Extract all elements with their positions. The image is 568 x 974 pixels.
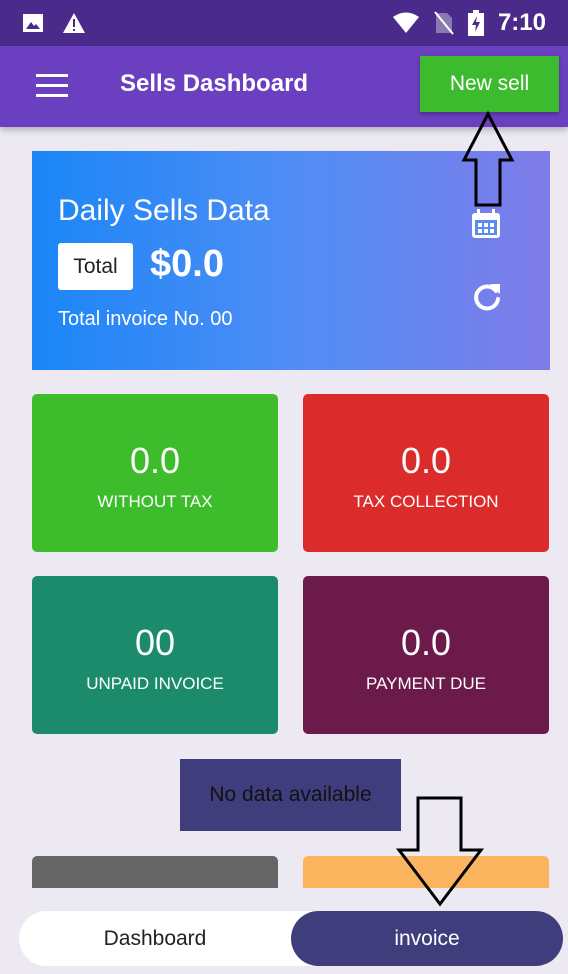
hamburger-menu-icon[interactable] <box>36 73 68 99</box>
wifi-icon <box>392 12 419 33</box>
daily-sells-title: Daily Sells Data <box>58 194 270 227</box>
nav-invoice-tab[interactable]: invoice <box>291 911 563 966</box>
chart-card-orange <box>303 856 549 888</box>
total-amount: $0.0 <box>150 243 224 285</box>
down-arrow-icon <box>395 796 485 907</box>
nav-dashboard-tab[interactable]: Dashboard <box>19 911 291 966</box>
tile-value: 0.0 <box>129 440 181 481</box>
tile-label: TAX COLLECTION <box>353 492 499 511</box>
no-sim-icon <box>434 11 454 35</box>
tile-value: 0.0 <box>400 440 452 481</box>
status-bar: 7:10 <box>0 0 568 46</box>
status-time: 7:10 <box>497 9 546 36</box>
total-label: Total <box>58 243 133 290</box>
tax-collection-tile[interactable]: 0.0 TAX COLLECTION <box>303 394 549 552</box>
payment-due-tile[interactable]: 0.0 PAYMENT DUE <box>303 576 549 734</box>
new-sell-button[interactable]: New sell <box>420 56 559 112</box>
tile-label: PAYMENT DUE <box>366 674 486 693</box>
tile-value: 00 <box>134 622 176 663</box>
no-data-message: No data available <box>180 759 401 831</box>
refresh-icon[interactable] <box>472 282 502 312</box>
unpaid-invoice-tile[interactable]: 00 UNPAID INVOICE <box>32 576 278 734</box>
tile-label: UNPAID INVOICE <box>86 674 224 693</box>
bottom-nav: Dashboard invoice <box>19 911 563 966</box>
tile-value: 0.0 <box>400 622 452 663</box>
total-invoice-count: Total invoice No. 00 <box>58 308 233 330</box>
without-tax-tile[interactable]: 0.0 WITHOUT TAX <box>32 394 278 552</box>
image-icon <box>23 14 43 32</box>
tile-label: WITHOUT TAX <box>97 492 213 511</box>
daily-sells-card: Daily Sells Data Total $0.0 Total invoic… <box>32 151 550 370</box>
chart-card-gray <box>32 856 278 888</box>
page-title: Sells Dashboard <box>120 70 309 97</box>
app-bar: Sells Dashboard New sell <box>0 46 568 127</box>
battery-charging-icon <box>467 10 484 36</box>
warning-icon <box>63 13 85 33</box>
calendar-icon[interactable] <box>470 208 502 240</box>
